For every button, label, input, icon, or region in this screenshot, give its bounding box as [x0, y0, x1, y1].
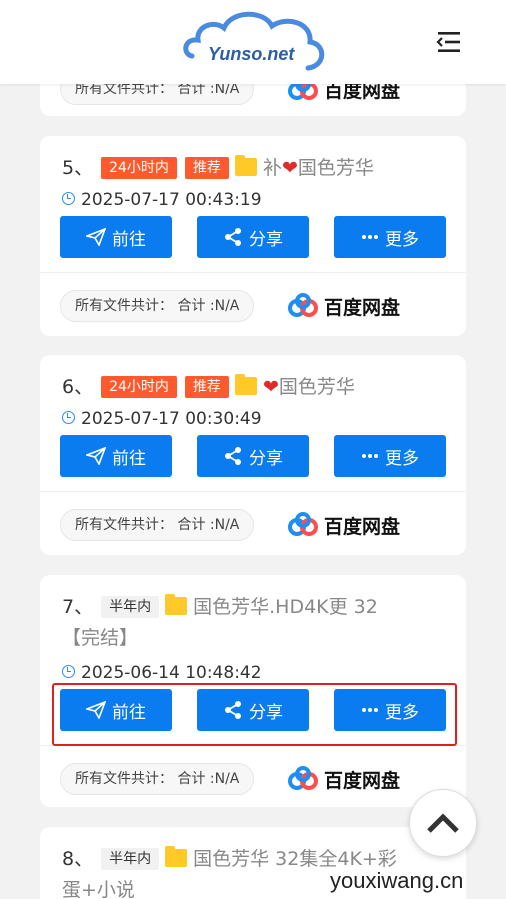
result-time: 2025-06-14 10:48:42	[62, 661, 262, 685]
title-text-line2: 蛋+小说	[62, 879, 135, 899]
share-button[interactable]: 分享	[197, 216, 309, 258]
go-label: 前往	[112, 448, 146, 469]
folder-icon	[234, 374, 257, 395]
folder-icon	[165, 846, 188, 867]
send-icon	[86, 228, 106, 246]
result-time: 2025-07-17 00:30:49	[62, 407, 262, 431]
result-title[interactable]: 5、 24小时内 推荐 补❤国色芳华	[62, 153, 374, 183]
cloud-logo-icon	[183, 11, 325, 71]
tag-recommend: 推荐	[184, 376, 229, 398]
share-button[interactable]: 分享	[197, 689, 309, 731]
heart-icon: ❤	[281, 157, 298, 179]
result-number: 6、	[62, 376, 94, 398]
chevron-up-icon	[427, 813, 459, 833]
provider-label: 百度网盘	[324, 296, 401, 319]
more-dots-icon	[362, 454, 378, 458]
share-label: 分享	[249, 702, 283, 723]
clock-icon	[62, 192, 75, 205]
tag-24h: 24小时内	[101, 376, 177, 398]
logo-text: Yunso.net	[208, 44, 295, 64]
baidu-pan-badge[interactable]: 百度网盘	[288, 764, 400, 794]
file-total-pill: 所有文件共计： 合计 :N/A	[60, 290, 255, 322]
title-text: 国色芳华.HD4K更 32	[193, 596, 378, 618]
share-label: 分享	[249, 229, 283, 250]
more-dots-icon	[362, 708, 378, 712]
share-icon	[225, 228, 241, 246]
more-label: 更多	[385, 229, 419, 250]
folder-icon	[234, 155, 257, 176]
result-title-line2[interactable]: 【完结】	[62, 623, 138, 653]
provider-label: 百度网盘	[324, 515, 401, 538]
file-total-pill: 所有文件共计： 合计 :N/A	[60, 763, 255, 795]
divider	[40, 745, 466, 746]
send-icon	[86, 701, 106, 719]
result-card-5: 5、 24小时内 推荐 补❤国色芳华 2025-07-17 00:43:19 前往 …	[40, 136, 466, 336]
provider-label: 百度网盘	[324, 769, 401, 792]
go-button[interactable]: 前往	[60, 435, 172, 477]
clock-icon	[62, 411, 75, 424]
go-button[interactable]: 前往	[60, 689, 172, 731]
clock-icon	[62, 665, 75, 678]
site-logo[interactable]: Yunso.net	[180, 4, 330, 80]
more-label: 更多	[385, 448, 419, 469]
result-number: 5、	[62, 157, 94, 179]
more-button[interactable]: 更多	[334, 435, 446, 477]
title-prefix: 补	[262, 157, 282, 179]
time-text: 2025-07-17 00:30:49	[81, 409, 262, 429]
share-icon	[225, 701, 241, 719]
time-text: 2025-06-14 10:48:42	[81, 663, 262, 683]
file-total-pill: 所有文件共计： 合计 :N/A	[60, 509, 255, 541]
share-label: 分享	[249, 448, 283, 469]
heart-icon: ❤	[262, 376, 279, 398]
site-header: Yunso.net	[0, 0, 506, 84]
baidu-pan-icon	[288, 512, 318, 536]
baidu-pan-icon	[288, 293, 318, 317]
watermark-text: youxiwang.cn	[330, 868, 464, 893]
tag-half-year: 半年内	[101, 848, 160, 870]
tag-24h: 24小时内	[101, 157, 177, 179]
more-label: 更多	[385, 702, 419, 723]
send-icon	[86, 447, 106, 465]
title-text: 国色芳华 32集全4K+彩	[193, 848, 397, 870]
divider	[40, 491, 466, 492]
result-number: 7、	[62, 596, 94, 618]
go-label: 前往	[112, 702, 146, 723]
baidu-pan-badge[interactable]: 百度网盘	[288, 291, 400, 321]
baidu-pan-icon	[288, 766, 318, 790]
time-text: 2025-07-17 00:43:19	[81, 190, 262, 210]
result-title-line2[interactable]: 蛋+小说	[62, 875, 135, 899]
more-button[interactable]: 更多	[334, 216, 446, 258]
title-text: 国色芳华	[297, 157, 374, 179]
scroll-to-top-button[interactable]	[409, 789, 477, 857]
result-title[interactable]: 7、 半年内 国色芳华.HD4K更 32	[62, 592, 452, 622]
result-number: 8、	[62, 848, 94, 870]
go-button[interactable]: 前往	[60, 216, 172, 258]
result-title[interactable]: 6、 24小时内 推荐 ❤国色芳华	[62, 372, 355, 402]
share-icon	[225, 447, 241, 465]
result-time: 2025-07-17 00:43:19	[62, 188, 262, 212]
result-card-7: 7、 半年内 国色芳华.HD4K更 32 【完结】 2025-06-14 10:4…	[40, 575, 466, 807]
folder-icon	[165, 594, 188, 615]
tag-recommend: 推荐	[184, 157, 229, 179]
go-label: 前往	[112, 229, 146, 250]
tag-half-year: 半年内	[101, 596, 160, 618]
baidu-pan-badge[interactable]: 百度网盘	[288, 510, 400, 540]
result-card-6: 6、 24小时内 推荐 ❤国色芳华 2025-07-17 00:30:49 前往 分…	[40, 355, 466, 555]
menu-collapse-icon[interactable]	[436, 30, 462, 54]
title-text-line2: 【完结】	[62, 627, 139, 649]
title-text: 国色芳华	[278, 376, 355, 398]
share-button[interactable]: 分享	[197, 435, 309, 477]
more-button[interactable]: 更多	[334, 689, 446, 731]
divider	[40, 272, 466, 273]
more-dots-icon	[362, 235, 378, 239]
